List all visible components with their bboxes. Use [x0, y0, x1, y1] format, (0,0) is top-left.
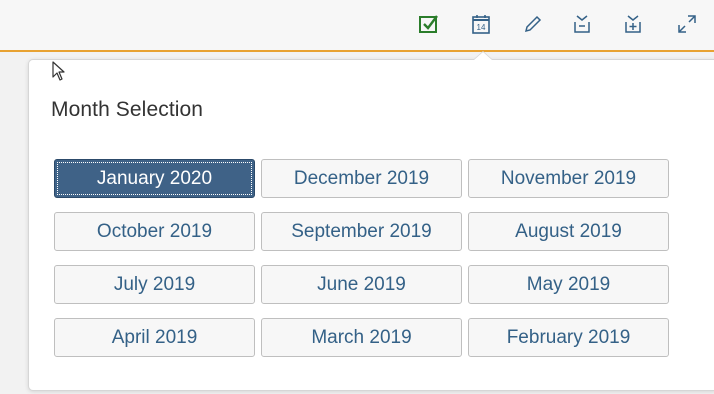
month-button[interactable]: February 2019	[468, 318, 669, 357]
collapse-icon[interactable]	[570, 12, 594, 36]
month-button[interactable]: November 2019	[468, 159, 669, 198]
popover-arrow	[474, 52, 492, 60]
month-button[interactable]: December 2019	[261, 159, 462, 198]
popover-title: Month Selection	[51, 98, 204, 121]
month-button[interactable]: March 2019	[261, 318, 462, 357]
month-button[interactable]: May 2019	[468, 265, 669, 304]
month-button[interactable]: August 2019	[468, 212, 669, 251]
svg-text:14: 14	[477, 23, 486, 32]
fullscreen-icon[interactable]	[675, 12, 699, 36]
month-button[interactable]: July 2019	[54, 265, 255, 304]
month-button[interactable]: January 2020	[54, 159, 255, 198]
mouse-cursor-icon	[52, 61, 66, 88]
month-grid: January 2020 December 2019 November 2019 Oc…	[54, 159, 669, 357]
month-button[interactable]: April 2019	[54, 318, 255, 357]
month-button[interactable]: June 2019	[261, 265, 462, 304]
pencil-icon[interactable]	[520, 12, 544, 36]
expand-add-icon[interactable]	[621, 12, 645, 36]
calendar-icon[interactable]: 14	[469, 12, 493, 36]
month-button[interactable]: October 2019	[54, 212, 255, 251]
month-button[interactable]: September 2019	[261, 212, 462, 251]
checkbox-check-icon[interactable]	[417, 12, 441, 36]
toolbar: 14	[0, 0, 714, 52]
